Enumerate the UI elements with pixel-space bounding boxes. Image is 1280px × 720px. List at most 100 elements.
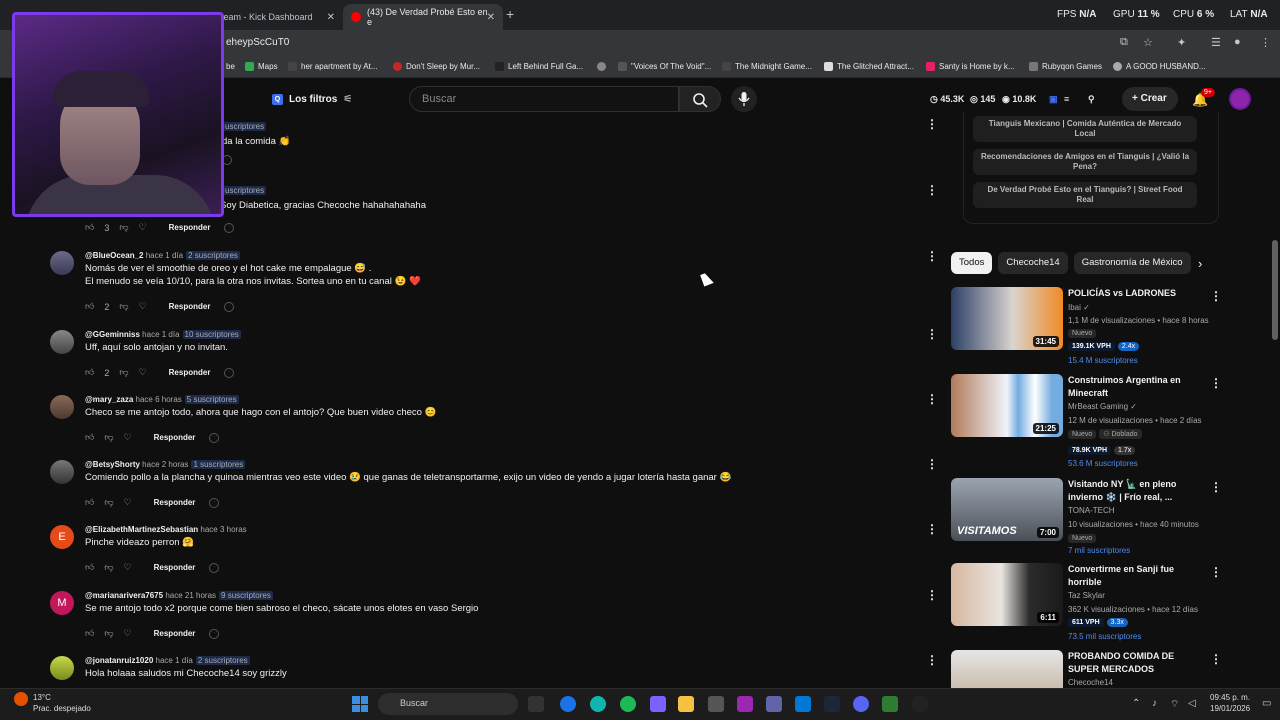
close-icon[interactable]: ✕	[327, 12, 335, 23]
new-tab-button[interactable]: +	[506, 6, 514, 22]
video-thumbnail[interactable]	[951, 650, 1063, 688]
more-icon[interactable]: ·	[224, 301, 235, 312]
video-menu-icon[interactable]: ⋮	[1210, 376, 1222, 390]
channel-name[interactable]: Taz Skylar	[1068, 591, 1105, 600]
heart-icon[interactable]: ♡	[124, 497, 132, 508]
reading-list-icon[interactable]: ☰	[1211, 36, 1221, 49]
video-title[interactable]: Visitando NY 🗽 en pleno invierno ❄️ | Fr…	[1068, 478, 1203, 504]
browser-tab-3[interactable]: (43) De Verdad Probé Esto en e ✕	[343, 4, 503, 30]
comment-menu-icon[interactable]: ⋮	[926, 522, 938, 536]
dislike-icon[interactable]: 👎︎	[119, 222, 128, 233]
bookmark-item[interactable]: Maps	[245, 62, 278, 71]
notifications-icon[interactable]: ▭	[1262, 698, 1271, 709]
bookmark-item[interactable]: The Glitched Attract...	[824, 62, 914, 71]
profile-icon[interactable]: ●	[1234, 36, 1241, 48]
dislike-icon[interactable]: 👎︎	[104, 432, 113, 443]
related-video[interactable]: VISITAMOS 7:00 Visitando NY 🗽 en pleno in…	[951, 478, 1222, 558]
avatar[interactable]	[50, 251, 74, 275]
voice-search-button[interactable]	[731, 86, 757, 112]
bookmark-item[interactable]: Left Behind Full Ga...	[495, 62, 583, 71]
comment-menu-icon[interactable]: ⋮	[926, 392, 938, 406]
reply-button[interactable]: Responder	[169, 368, 211, 377]
avatar[interactable]	[50, 395, 74, 419]
chevron-right-icon[interactable]: ›	[1198, 256, 1202, 271]
heart-icon[interactable]: ♡	[139, 301, 147, 312]
video-thumbnail[interactable]: 31:45	[951, 287, 1063, 350]
reply-button[interactable]: Responder	[154, 629, 196, 638]
related-video[interactable]: 31:45 POLICÍAS vs LADRONES Ibai ✓ 1,1 M …	[951, 287, 1222, 367]
like-icon[interactable]: 👍︎	[85, 497, 94, 508]
avatar[interactable]: M	[50, 591, 74, 615]
volume-icon[interactable]: ◁	[1188, 698, 1196, 709]
task-view-icon[interactable]	[528, 696, 544, 712]
like-icon[interactable]: 👍︎	[85, 628, 94, 639]
app-icon[interactable]	[708, 696, 724, 712]
scrollbar-thumb[interactable]	[1272, 240, 1278, 340]
video-thumbnail[interactable]: VISITAMOS 7:00	[951, 478, 1063, 541]
more-icon[interactable]: ·	[224, 222, 235, 233]
ext-icon[interactable]: ▣	[1049, 94, 1058, 105]
comment-menu-icon[interactable]: ⋮	[926, 249, 938, 263]
teams-icon[interactable]	[766, 696, 782, 712]
heart-icon[interactable]: ♡	[139, 222, 147, 233]
tray-chevron-icon[interactable]: ⌃	[1132, 698, 1140, 709]
avatar[interactable]	[50, 656, 74, 680]
mic-tray-icon[interactable]: ♪	[1152, 698, 1157, 709]
bookmark-item[interactable]: A GOOD HUSBAND...	[1113, 62, 1206, 71]
search-input[interactable]: Buscar	[409, 86, 679, 112]
bookmark-star-icon[interactable]: ☆	[1143, 36, 1153, 49]
video-menu-icon[interactable]: ⋮	[1210, 565, 1222, 579]
heart-icon[interactable]: ♡	[139, 367, 147, 378]
channel-name[interactable]: Ibai ✓	[1068, 303, 1090, 312]
avatar[interactable]	[50, 330, 74, 354]
dislike-icon[interactable]: 👎︎	[119, 367, 128, 378]
playlist-item[interactable]: De Verdad Probé Esto en el Tianguis? | S…	[973, 182, 1197, 208]
start-button[interactable]	[352, 696, 368, 712]
bookmark-item[interactable]: be	[226, 62, 235, 71]
bookmark-item[interactable]: The Midnight Game...	[722, 62, 812, 71]
video-menu-icon[interactable]: ⋮	[1210, 652, 1221, 666]
reply-button[interactable]: Responder	[154, 433, 196, 442]
reply-button[interactable]: Responder	[154, 563, 196, 572]
more-icon[interactable]: ·	[209, 497, 220, 508]
more-icon[interactable]: ·	[209, 432, 220, 443]
avatar[interactable]	[50, 460, 74, 484]
channel-name[interactable]: TONA-TECH	[1068, 506, 1115, 515]
heart-icon[interactable]: ♡	[124, 628, 132, 639]
clock[interactable]: 09:45 p. m. 19/01/2026	[1210, 692, 1250, 714]
bookmark-item[interactable]: Don't Sleep by Mur...	[393, 62, 480, 71]
taskbar-search[interactable]: Buscar	[378, 693, 518, 715]
create-button[interactable]: + Crear	[1122, 87, 1178, 111]
bookmark-item[interactable]: Rubyqon Games	[1029, 62, 1102, 71]
app-icon[interactable]	[650, 696, 666, 712]
bookmark-item[interactable]: her apartment by At...	[288, 62, 377, 71]
comment-menu-icon[interactable]: ⋮	[926, 457, 938, 471]
video-thumbnail[interactable]: 6:11	[951, 563, 1063, 626]
discord-icon[interactable]	[853, 696, 869, 712]
chip-gastronomia[interactable]: Gastronomía de México	[1073, 252, 1191, 274]
steam-icon[interactable]	[824, 696, 840, 712]
dislike-icon[interactable]: 👎︎	[104, 628, 113, 639]
comment-menu-icon[interactable]: ⋮	[926, 183, 938, 197]
app-icon[interactable]	[737, 696, 753, 712]
menu-dots-icon[interactable]: ⋮	[1260, 36, 1271, 49]
chrome-icon[interactable]	[560, 696, 576, 712]
comment-menu-icon[interactable]: ⋮	[926, 588, 938, 602]
playlist-item[interactable]: Recomendaciones de Amigos en el Tianguis…	[973, 149, 1197, 175]
heart-icon[interactable]: ♡	[124, 562, 132, 573]
file-explorer-icon[interactable]	[678, 696, 694, 712]
like-icon[interactable]: 👍︎	[85, 301, 94, 312]
video-menu-icon[interactable]: ⋮	[1210, 289, 1222, 303]
reply-button[interactable]: Responder	[169, 302, 211, 311]
like-icon[interactable]: 👍︎	[85, 562, 94, 573]
dislike-icon[interactable]: 👎︎	[104, 562, 113, 573]
related-video[interactable]: 21:25 Construimos Argentina en Minecraft…	[951, 374, 1222, 469]
video-thumbnail[interactable]: 21:25	[951, 374, 1063, 437]
video-title[interactable]: POLICÍAS vs LADRONES	[1068, 287, 1203, 300]
heart-icon[interactable]: ♡	[124, 432, 132, 443]
comment-menu-icon[interactable]: ⋮	[926, 653, 938, 667]
chip-channel[interactable]: Checoche14	[998, 252, 1068, 274]
channel-name[interactable]: MrBeast Gaming ✓	[1068, 402, 1137, 411]
app-icon[interactable]	[882, 696, 898, 712]
account-avatar[interactable]	[1229, 88, 1251, 110]
